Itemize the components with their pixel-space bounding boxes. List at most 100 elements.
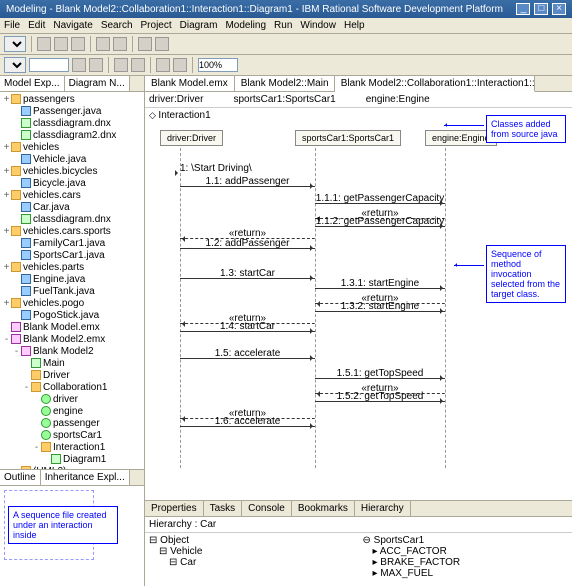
tree-item[interactable]: PogoStick.java — [2, 310, 142, 322]
tree-item[interactable]: SportsCar1.java — [2, 250, 142, 262]
tree-item[interactable]: FuelTank.java — [2, 286, 142, 298]
hierarchy-item[interactable]: ▸ ACC_FACTOR — [363, 546, 569, 557]
menu-project[interactable]: Project — [141, 20, 172, 31]
menu-run[interactable]: Run — [274, 20, 292, 31]
font-size-input[interactable] — [29, 58, 69, 72]
model-explorer-tree[interactable]: +passengersPassenger.javaclassdiagram.dn… — [0, 92, 144, 469]
maximize-button[interactable]: □ — [534, 3, 548, 15]
menu-file[interactable]: File — [4, 20, 20, 31]
tree-item[interactable]: -Blank Model2.emx — [2, 334, 142, 346]
print-icon[interactable] — [71, 37, 85, 51]
tree-item[interactable]: +vehicles.cars.sports — [2, 226, 142, 238]
hierarchy-item[interactable]: ⊟ Car — [149, 557, 355, 568]
tree-item[interactable]: +vehicles.parts — [2, 262, 142, 274]
tree-item[interactable]: classdiagram.dnx — [2, 118, 142, 130]
bottom-tab[interactable]: Properties — [145, 501, 204, 516]
menu-edit[interactable]: Edit — [28, 20, 45, 31]
tree-item[interactable]: Diagram1 — [2, 454, 142, 466]
message[interactable]: 1.3.2: startEngine — [315, 301, 445, 312]
debug-icon[interactable] — [155, 37, 169, 51]
tree-item[interactable]: Main — [2, 358, 142, 370]
arrange-icon[interactable] — [173, 58, 187, 72]
message[interactable]: 1.1.1: getPassengerCapacity — [315, 193, 445, 204]
menu-navigate[interactable]: Navigate — [53, 20, 92, 31]
lifeline-head[interactable]: driver:Driver — [160, 130, 223, 146]
lifeline-head[interactable]: sportsCar1:SportsCar1 — [295, 130, 401, 146]
save-icon[interactable] — [54, 37, 68, 51]
message[interactable]: 1.5.1: getTopSpeed — [315, 368, 445, 379]
tree-item[interactable]: -Blank Model2 — [2, 346, 142, 358]
message[interactable]: 1.2: addPassenger — [180, 238, 315, 249]
tree-item[interactable]: classdiagram.dnx — [2, 214, 142, 226]
message[interactable]: 1.5.2: getTopSpeed — [315, 391, 445, 402]
close-button[interactable]: × — [552, 3, 566, 15]
tree-item[interactable]: Engine.java — [2, 274, 142, 286]
bottom-tab[interactable]: Hierarchy — [355, 501, 411, 516]
tree-item[interactable]: FamilyCar1.java — [2, 238, 142, 250]
bottom-tab[interactable]: Tasks — [204, 501, 243, 516]
message[interactable]: 1.3.1: startEngine — [315, 278, 445, 289]
undo-icon[interactable] — [96, 37, 110, 51]
fill-icon[interactable] — [131, 58, 145, 72]
editor-tab[interactable]: Blank Model.emx — [145, 76, 235, 91]
breadcrumb-item[interactable]: sportsCar1:SportsCar1 — [233, 94, 335, 105]
outline-tab[interactable]: Inheritance Expl... — [41, 470, 130, 485]
left-tab[interactable]: Model Exp... — [0, 76, 65, 91]
message[interactable]: 1.4: startCar — [180, 321, 315, 332]
sequence-diagram-canvas[interactable]: ◇ Interaction1 driver:DriversportsCar1:S… — [145, 108, 572, 500]
tree-item[interactable]: Bicycle.java — [2, 178, 142, 190]
tree-item[interactable]: +vehicles.bicycles — [2, 166, 142, 178]
tree-item[interactable]: +vehicles.pogo — [2, 298, 142, 310]
tree-item[interactable]: sportsCar1 — [2, 430, 142, 442]
font-select[interactable] — [4, 57, 26, 73]
bottom-tab[interactable]: Console — [242, 501, 292, 516]
zoom-input[interactable] — [198, 58, 238, 72]
run-icon[interactable] — [138, 37, 152, 51]
hierarchy-item[interactable]: ⊖ SportsCar1 — [363, 535, 569, 546]
menu-help[interactable]: Help — [344, 20, 365, 31]
italic-icon[interactable] — [89, 58, 103, 72]
redo-icon[interactable] — [113, 37, 127, 51]
hierarchy-item[interactable]: ⊟ Object — [149, 535, 355, 546]
outline-tab[interactable]: Outline — [0, 470, 41, 485]
tree-item[interactable]: -Interaction1 — [2, 442, 142, 454]
tree-item[interactable]: classdiagram2.dnx — [2, 130, 142, 142]
tree-item[interactable]: driver — [2, 394, 142, 406]
hierarchy-item[interactable]: ▸ BRAKE_FACTOR — [363, 557, 569, 568]
bold-icon[interactable] — [72, 58, 86, 72]
hierarchy-item[interactable]: ⊟ Vehicle — [149, 546, 355, 557]
editor-tab[interactable]: Blank Model2::Main — [235, 76, 335, 91]
perspective-select[interactable] — [4, 36, 26, 52]
new-icon[interactable] — [37, 37, 51, 51]
color-icon[interactable] — [114, 58, 128, 72]
tree-item[interactable]: Passenger.java — [2, 106, 142, 118]
breadcrumb-item[interactable]: driver:Driver — [149, 94, 203, 105]
tree-item[interactable]: engine — [2, 406, 142, 418]
message[interactable]: 1.6: accelerate — [180, 416, 315, 427]
breadcrumb-item[interactable]: engine:Engine — [366, 94, 430, 105]
tree-item[interactable]: Blank Model.emx — [2, 322, 142, 334]
message[interactable]: 1.3: startCar — [180, 268, 315, 279]
hierarchy-tree-right[interactable]: ⊖ SportsCar1▸ ACC_FACTOR▸ BRAKE_FACTOR▸ … — [359, 533, 572, 581]
tree-item[interactable]: +passengers — [2, 94, 142, 106]
tree-item[interactable]: Car.java — [2, 202, 142, 214]
hierarchy-tree-left[interactable]: ⊟ Object⊟ Vehicle⊟ Car — [145, 533, 359, 581]
tree-item[interactable]: +vehicles — [2, 142, 142, 154]
bottom-tab[interactable]: Bookmarks — [292, 501, 355, 516]
menu-modeling[interactable]: Modeling — [225, 20, 266, 31]
tree-item[interactable]: Vehicle.java — [2, 154, 142, 166]
menu-diagram[interactable]: Diagram — [180, 20, 218, 31]
message[interactable]: 1.1: addPassenger — [180, 176, 315, 187]
tree-item[interactable]: +vehicles.cars — [2, 190, 142, 202]
menu-window[interactable]: Window — [300, 20, 336, 31]
tree-item[interactable]: Driver — [2, 370, 142, 382]
message[interactable]: 1.5: accelerate — [180, 348, 315, 359]
outline-view[interactable]: A sequence file created under an interac… — [0, 486, 144, 586]
editor-tab[interactable]: Blank Model2::Collaboration1::Interactio… — [335, 76, 535, 92]
minimize-button[interactable]: _ — [516, 3, 530, 15]
menu-search[interactable]: Search — [101, 20, 133, 31]
align-icon[interactable] — [156, 58, 170, 72]
left-tab[interactable]: Diagram N... — [65, 76, 130, 91]
tree-item[interactable]: passenger — [2, 418, 142, 430]
hierarchy-item[interactable]: ▸ MAX_FUEL — [363, 568, 569, 579]
